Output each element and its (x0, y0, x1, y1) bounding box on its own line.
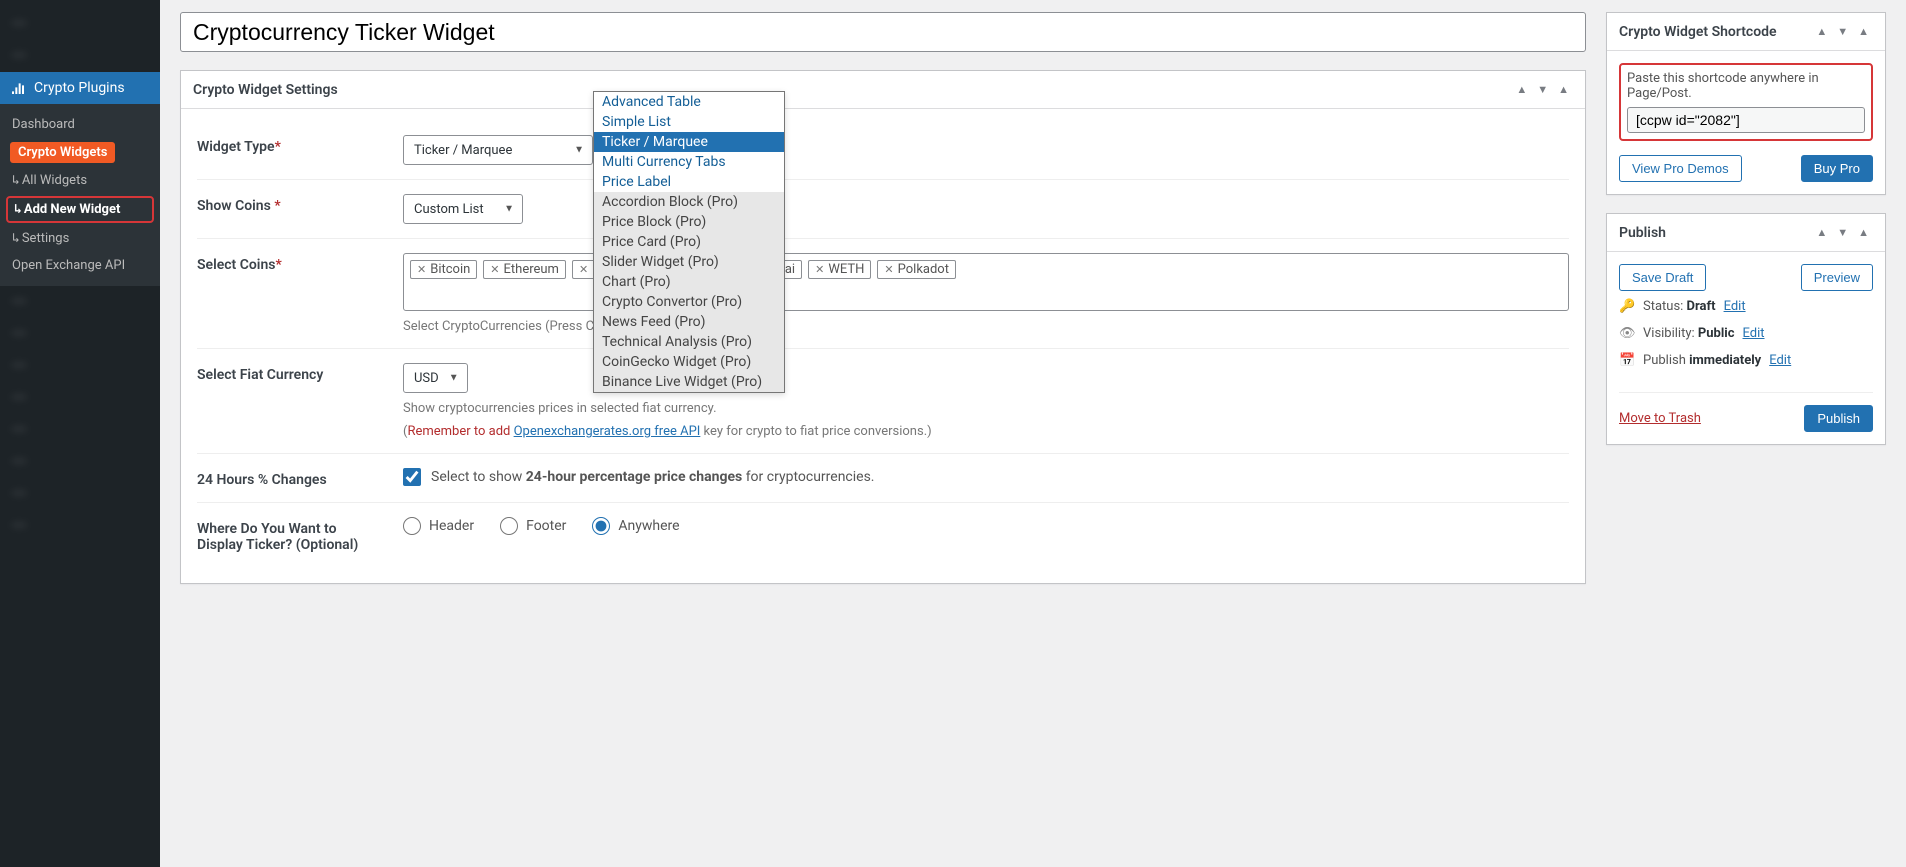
chevron-up-icon[interactable]: ▲ (1512, 81, 1531, 98)
widget-type-option[interactable]: Binance Live Widget (Pro) (594, 372, 784, 392)
calendar-icon: 📅 (1619, 353, 1635, 368)
widget-type-option[interactable]: News Feed (Pro) (594, 312, 784, 332)
edit-schedule-link[interactable]: Edit (1769, 353, 1791, 368)
sidebar-item-dashboard[interactable]: Dashboard (0, 111, 160, 138)
coin-tag[interactable]: ✕Polkadot (877, 260, 956, 279)
ticker-location-radio-header[interactable]: Header (403, 517, 474, 535)
coin-tag[interactable]: ✕Bitcoin (410, 260, 477, 279)
preview-button[interactable]: Preview (1801, 264, 1873, 291)
widget-type-label: Widget Type* (197, 135, 403, 165)
sidebar-item-add-new-widget[interactable]: ↳Add New Widget (6, 196, 154, 223)
shortcode-help: Paste this shortcode anywhere in Page/Po… (1627, 71, 1865, 101)
edit-visibility-link[interactable]: Edit (1743, 326, 1765, 341)
shortcode-field[interactable] (1627, 107, 1865, 133)
chevron-up-icon[interactable]: ▲ (1812, 224, 1831, 241)
move-to-trash-link[interactable]: Move to Trash (1619, 411, 1701, 426)
sidebar-item-settings[interactable]: ↳Settings (0, 225, 160, 252)
changes24-label: 24 Hours % Changes (197, 468, 403, 488)
remove-tag-icon[interactable]: ✕ (490, 263, 499, 276)
widget-type-dropdown[interactable]: Advanced TableSimple ListTicker / Marque… (593, 91, 785, 393)
widget-type-option[interactable]: Chart (Pro) (594, 272, 784, 292)
chevron-down-icon: ▼ (504, 204, 514, 215)
widget-type-option[interactable]: Technical Analysis (Pro) (594, 332, 784, 352)
sidebar-item-open-exchange-api[interactable]: Open Exchange API (0, 252, 160, 279)
select-coins-help: Select CryptoCurrencies (Press C (403, 319, 1569, 334)
sidebar-section-label: Crypto Plugins (34, 80, 125, 96)
publish-metabox: Publish ▲ ▼ ▲ Save Draft Preview 🔑 (1606, 213, 1886, 445)
chevron-down-icon: ▼ (449, 373, 459, 384)
save-draft-button[interactable]: Save Draft (1619, 264, 1706, 291)
sidebar-item-crypto-widgets[interactable]: Crypto Widgets (10, 142, 115, 163)
widget-type-option[interactable]: Multi Currency Tabs (594, 152, 784, 172)
crypto-widget-settings-box: Crypto Widget Settings ▲ ▼ ▲ Widget Type… (180, 70, 1586, 584)
fiat-help-2: (Remember to add Openexchangerates.org f… (403, 424, 1569, 439)
ticker-location-radio-anywhere[interactable]: Anywhere (592, 517, 679, 535)
widget-type-option[interactable]: Price Block (Pro) (594, 212, 784, 232)
collapse-icon[interactable]: ▲ (1854, 224, 1873, 241)
arrow-icon: ↳ (12, 173, 20, 188)
buy-pro-button[interactable]: Buy Pro (1801, 155, 1873, 182)
settings-heading: Crypto Widget Settings (193, 82, 338, 98)
widget-type-option[interactable]: Advanced Table (594, 92, 784, 112)
post-title-input[interactable] (180, 12, 1586, 52)
collapse-icon[interactable]: ▲ (1854, 23, 1873, 40)
widget-type-option[interactable]: CoinGecko Widget (Pro) (594, 352, 784, 372)
remove-tag-icon[interactable]: ✕ (815, 263, 824, 276)
publish-button[interactable]: Publish (1804, 405, 1873, 432)
widget-type-option[interactable]: Accordion Block (Pro) (594, 192, 784, 212)
select-coins-label: Select Coins* (197, 253, 403, 334)
arrow-icon: ↳ (14, 202, 22, 217)
chevron-down-icon[interactable]: ▼ (1833, 23, 1852, 40)
show-coins-label: Show Coins * (197, 194, 403, 224)
ticker-location-radio-footer[interactable]: Footer (500, 517, 566, 535)
coin-tag[interactable]: ✕Ethereum (483, 260, 566, 279)
show-coins-select[interactable]: Custom List ▼ (403, 194, 523, 224)
changes24-text: Select to show 24-hour percentage price … (431, 469, 875, 485)
widget-type-option[interactable]: Price Card (Pro) (594, 232, 784, 252)
fiat-currency-select[interactable]: USD ▼ (403, 363, 468, 393)
chart-icon (10, 80, 26, 96)
select-coins-input[interactable]: ✕Bitcoin✕Ethereum✕B✕ano✕Dogecoin✕Dai✕WET… (403, 253, 1569, 311)
view-pro-demos-button[interactable]: View Pro Demos (1619, 155, 1742, 182)
shortcode-metabox: Crypto Widget Shortcode ▲ ▼ ▲ Paste this… (1606, 12, 1886, 195)
changes24-checkbox[interactable] (403, 468, 421, 486)
shortcode-heading: Crypto Widget Shortcode (1619, 24, 1777, 40)
widget-type-option[interactable]: Slider Widget (Pro) (594, 252, 784, 272)
coin-tag[interactable]: ✕WETH (808, 260, 871, 279)
publish-heading: Publish (1619, 225, 1666, 241)
ticker-where-label: Where Do You Want to Display Ticker? (Op… (197, 517, 403, 553)
sidebar-section-crypto-plugins[interactable]: Crypto Plugins Dashboard Crypto Widgets ↳A… (0, 72, 160, 286)
fiat-help-1: Show cryptocurrencies prices in selected… (403, 401, 1569, 416)
openexchangerates-link[interactable]: Openexchangerates.org free API (514, 424, 701, 439)
widget-type-option[interactable]: Crypto Convertor (Pro) (594, 292, 784, 312)
widget-type-option[interactable]: Ticker / Marquee (594, 132, 784, 152)
admin-sidebar: ••• ••• Crypto Plugins DashboardCrypto W… (0, 0, 160, 867)
chevron-down-icon[interactable]: ▼ (1533, 81, 1552, 98)
sidebar-item-all-widgets[interactable]: ↳All Widgets (0, 167, 160, 194)
fiat-currency-label: Select Fiat Currency (197, 363, 403, 439)
edit-status-link[interactable]: Edit (1724, 299, 1746, 314)
remove-tag-icon[interactable]: ✕ (884, 263, 893, 276)
active-arrow-icon (160, 171, 168, 187)
visibility-icon: 👁 (1619, 326, 1635, 341)
remove-tag-icon[interactable]: ✕ (417, 263, 426, 276)
widget-type-select[interactable]: Ticker / Marquee ▼ (403, 135, 593, 165)
chevron-down-icon[interactable]: ▼ (1833, 224, 1852, 241)
widget-type-option[interactable]: Price Label (594, 172, 784, 192)
chevron-down-icon: ▼ (574, 145, 584, 156)
remove-tag-icon[interactable]: ✕ (579, 263, 588, 276)
chevron-up-icon[interactable]: ▲ (1812, 23, 1831, 40)
key-icon: 🔑 (1619, 299, 1635, 314)
collapse-icon[interactable]: ▲ (1554, 81, 1573, 98)
widget-type-option[interactable]: Simple List (594, 112, 784, 132)
arrow-icon: ↳ (12, 231, 20, 246)
